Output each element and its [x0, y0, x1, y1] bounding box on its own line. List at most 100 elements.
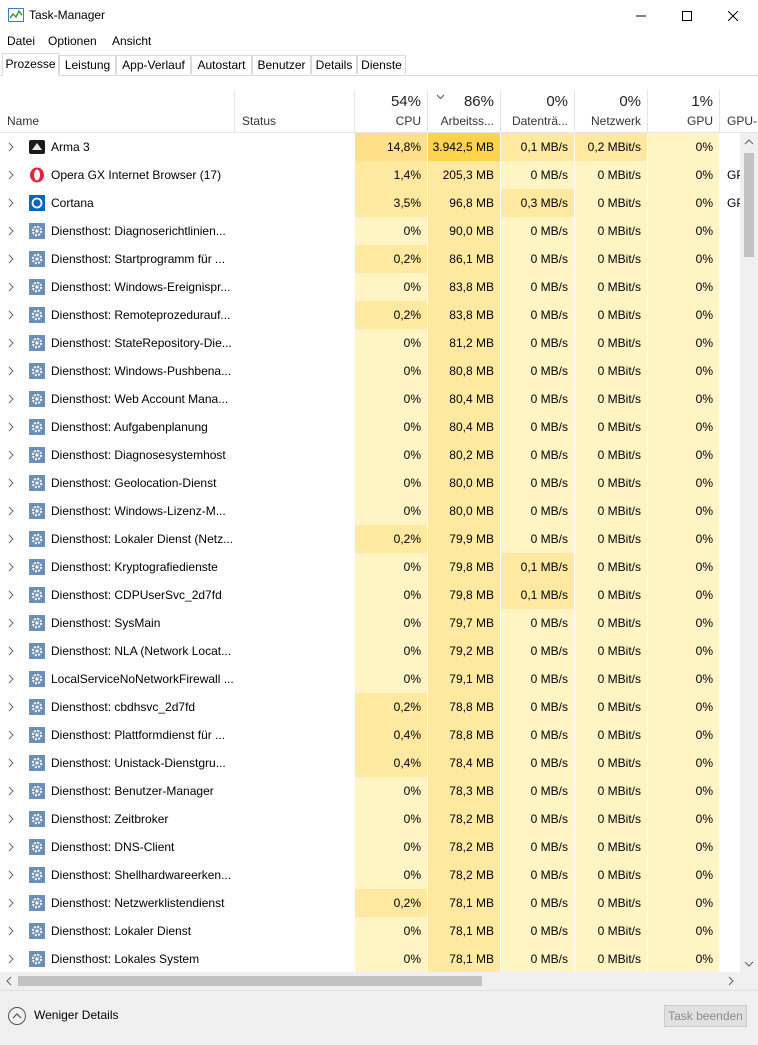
maximize-button[interactable]	[664, 0, 710, 31]
table-row[interactable]: Diensthost: Web Account Mana... 0% 80,4 MB…	[0, 385, 740, 413]
scroll-left-icon[interactable]	[6, 976, 12, 986]
chevron-right-icon[interactable]	[8, 926, 14, 936]
chevron-right-icon[interactable]	[8, 758, 14, 768]
chevron-right-icon[interactable]	[8, 534, 14, 544]
table-row[interactable]: Diensthost: Windows-Ereignispr... 0% 83,8 …	[0, 273, 740, 301]
status-cell	[235, 385, 355, 413]
chevron-right-icon[interactable]	[8, 170, 14, 180]
chevron-right-icon[interactable]	[8, 198, 14, 208]
table-row[interactable]: Diensthost: Plattformdienst für ... 0,4% 7…	[0, 721, 740, 749]
table-row[interactable]: Diensthost: Benutzer-Manager 0% 78,3 MB 0 M…	[0, 777, 740, 805]
network-cell: 0 MBit/s	[575, 581, 648, 609]
chevron-right-icon[interactable]	[8, 422, 14, 432]
tab-users[interactable]: Benutzer	[252, 55, 311, 74]
table-row[interactable]: Diensthost: Kryptografiedienste 0% 79,8 MB…	[0, 553, 740, 581]
chevron-right-icon[interactable]	[8, 310, 14, 320]
menu-view[interactable]: Ansicht	[112, 34, 151, 48]
header-disk[interactable]: 0% Datenträ...	[501, 90, 575, 132]
table-row[interactable]: Diensthost: NLA (Network Locat... 0% 79,2 …	[0, 637, 740, 665]
network-cell: 0 MBit/s	[575, 273, 648, 301]
chevron-up-circle-icon[interactable]	[7, 1006, 27, 1026]
chevron-right-icon[interactable]	[8, 338, 14, 348]
vertical-scroll-thumb[interactable]	[744, 153, 754, 257]
vertical-scrollbar[interactable]	[740, 133, 758, 972]
close-button[interactable]	[710, 0, 756, 31]
header-status[interactable]: Status	[235, 90, 355, 132]
table-row[interactable]: LocalServiceNoNetworkFirewall ... 0% 79,1 …	[0, 665, 740, 693]
horizontal-scroll-thumb[interactable]	[18, 976, 482, 986]
arma-icon	[29, 140, 45, 154]
table-row[interactable]: Diensthost: cbdhsvc_2d7fd 0,2% 78,8 MB 0 MB…	[0, 693, 740, 721]
memory-cell: 78,8 MB	[428, 721, 501, 749]
chevron-right-icon[interactable]	[8, 450, 14, 460]
chevron-right-icon[interactable]	[8, 590, 14, 600]
header-name[interactable]: Name	[0, 90, 235, 132]
chevron-right-icon[interactable]	[8, 730, 14, 740]
menu-file[interactable]: Datei	[7, 34, 35, 48]
fewer-details-link[interactable]: Weniger Details	[34, 1008, 118, 1022]
table-row[interactable]: Diensthost: DNS-Client 0% 78,2 MB 0 MB/s 0 M…	[0, 833, 740, 861]
chevron-right-icon[interactable]	[8, 814, 14, 824]
chevron-right-icon[interactable]	[8, 142, 14, 152]
gpu-engine-cell	[720, 833, 740, 861]
tab-startup[interactable]: Autostart	[191, 55, 252, 74]
table-row[interactable]: Diensthost: Diagnosesystemhost 0% 80,2 MB 0…	[0, 441, 740, 469]
chevron-right-icon[interactable]	[8, 870, 14, 880]
tab-app-history[interactable]: App-Verlauf	[116, 55, 191, 74]
table-row[interactable]: Diensthost: Geolocation-Dienst 0% 80,0 MB 0…	[0, 469, 740, 497]
chevron-right-icon[interactable]	[8, 954, 14, 964]
table-row[interactable]: Arma 3 14,8% 3.942,5 MB 0,1 MB/s 0,2 MBit/s 0…	[0, 133, 740, 161]
tab-details[interactable]: Details	[311, 55, 357, 74]
table-row[interactable]: Diensthost: Lokales System 0% 78,1 MB 0 MB/…	[0, 945, 740, 972]
table-row[interactable]: Diensthost: Aufgabenplanung 0% 80,4 MB 0 MB…	[0, 413, 740, 441]
table-row[interactable]: Diensthost: Windows-Pushbena... 0% 80,8 MB…	[0, 357, 740, 385]
scroll-up-icon[interactable]	[744, 139, 754, 145]
chevron-right-icon[interactable]	[8, 842, 14, 852]
horizontal-scrollbar[interactable]	[0, 972, 740, 990]
chevron-right-icon[interactable]	[8, 282, 14, 292]
table-row[interactable]: Diensthost: Unistack-Dienstgru... 0,4% 78,…	[0, 749, 740, 777]
chevron-right-icon[interactable]	[8, 506, 14, 516]
table-row[interactable]: Diensthost: Remoteprozedurauf... 0,2% 83,8…	[0, 301, 740, 329]
chevron-right-icon[interactable]	[8, 394, 14, 404]
table-row[interactable]: Diensthost: Shellhardwareerken... 0% 78,2 …	[0, 861, 740, 889]
table-row[interactable]: Diensthost: Startprogramm für ... 0,2% 86,…	[0, 245, 740, 273]
menu-options[interactable]: Optionen	[48, 34, 97, 48]
minimize-button[interactable]	[618, 0, 664, 31]
header-gpu[interactable]: 1% GPU	[648, 90, 720, 132]
chevron-right-icon[interactable]	[8, 898, 14, 908]
chevron-right-icon[interactable]	[8, 646, 14, 656]
table-row[interactable]: Diensthost: Lokaler Dienst (Netz... 0,2% 7…	[0, 525, 740, 553]
title-bar[interactable]: Task-Manager	[0, 0, 758, 31]
header-memory[interactable]: 86% Arbeitss...	[428, 90, 501, 132]
table-row[interactable]: Diensthost: Diagnoserichtlinien... 0% 90,0…	[0, 217, 740, 245]
chevron-right-icon[interactable]	[8, 226, 14, 236]
table-row[interactable]: Diensthost: StateRepository-Die... 0% 81,2…	[0, 329, 740, 357]
scroll-right-icon[interactable]	[728, 976, 734, 986]
chevron-right-icon[interactable]	[8, 674, 14, 684]
table-row[interactable]: Cortana 3,5%96,8 MB0,3 MB/s0 MBit/s0%GPU	[0, 189, 740, 217]
tab-processes[interactable]: Prozesse	[2, 53, 59, 76]
table-row[interactable]: Diensthost: CDPUserSvc_2d7fd 0% 79,8 MB 0,1…	[0, 581, 740, 609]
table-row[interactable]: Diensthost: Netzwerklistendienst 0,2% 78,1…	[0, 889, 740, 917]
tab-services[interactable]: Dienste	[357, 55, 406, 74]
chevron-right-icon[interactable]	[8, 702, 14, 712]
header-cpu[interactable]: 54% CPU	[355, 90, 428, 132]
end-task-button[interactable]: Task beenden	[664, 1005, 747, 1027]
table-row[interactable]: Diensthost: SysMain 0% 79,7 MB 0 MB/s 0 MBit…	[0, 609, 740, 637]
header-network[interactable]: 0% Netzwerk	[575, 90, 648, 132]
chevron-right-icon[interactable]	[8, 254, 14, 264]
chevron-right-icon[interactable]	[8, 478, 14, 488]
table-row[interactable]: Diensthost: Windows-Lizenz-M... 0% 80,0 MB…	[0, 497, 740, 525]
header-gpu-engine[interactable]: GPU-...	[720, 90, 758, 132]
table-row[interactable]: Opera GX Internet Browser (17) 1,4% 205,3 …	[0, 161, 740, 189]
scroll-down-icon[interactable]	[744, 961, 754, 967]
table-row[interactable]: Diensthost: Lokaler Dienst 0% 78,1 MB 0 MB/…	[0, 917, 740, 945]
memory-cell: 78,2 MB	[428, 805, 501, 833]
tab-performance[interactable]: Leistung	[59, 55, 116, 74]
chevron-right-icon[interactable]	[8, 786, 14, 796]
chevron-right-icon[interactable]	[8, 562, 14, 572]
chevron-right-icon[interactable]	[8, 366, 14, 376]
chevron-right-icon[interactable]	[8, 618, 14, 628]
table-row[interactable]: Diensthost: Zeitbroker 0% 78,2 MB 0 MB/s 0 M…	[0, 805, 740, 833]
